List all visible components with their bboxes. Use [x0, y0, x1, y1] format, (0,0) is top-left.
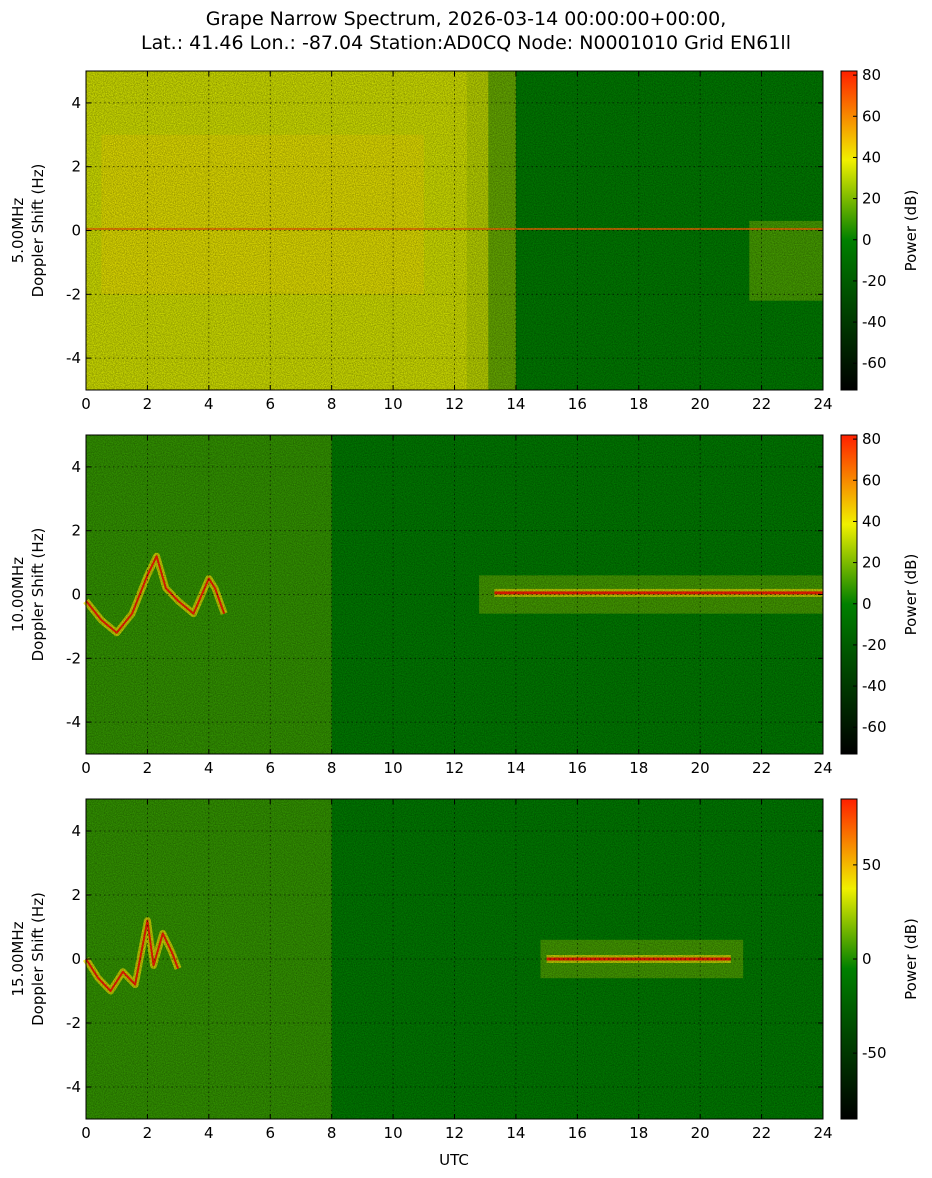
- x-tick-label: 14: [506, 395, 525, 413]
- y-tick-label: 4: [71, 822, 81, 840]
- panel-1: 0 2 4 6 8 10 12 14 16 18 20 22 24-4-20245.00MHz Doppl…: [9, 66, 920, 413]
- x-tick-label: 6: [265, 1124, 275, 1142]
- colorbar-tick-label: -20: [862, 272, 887, 290]
- x-tick-label: 12: [445, 1124, 464, 1142]
- x-axis-label: UTC: [439, 1151, 469, 1169]
- panels: 0 2 4 6 8 10 12 14 16 18 20 22 24-4-20245.00MHz Doppl…: [9, 66, 920, 1142]
- x-tick-label: 4: [204, 759, 214, 777]
- x-tick-label: 8: [327, 1124, 337, 1142]
- x-tick-label: 18: [629, 759, 648, 777]
- panel-3: 0 2 4 6 8 10 12 14 16 18 20 22 24-4-202415.00MHz Dopp…: [9, 798, 920, 1142]
- x-tick-label: 6: [265, 759, 275, 777]
- colorbar-tick-label: 60: [862, 471, 881, 489]
- x-tick-label: 20: [691, 1124, 710, 1142]
- colorbar-tick-label: 80: [862, 66, 881, 84]
- colorbar-tick-label: 40: [862, 148, 881, 166]
- x-tick-label: 16: [568, 759, 587, 777]
- x-tick-label: 10: [384, 759, 403, 777]
- x-tick-label: 8: [327, 759, 337, 777]
- y-axis-label-line2: Doppler Shift (Hz): [29, 528, 47, 662]
- colorbar-tick-label: 20: [862, 554, 881, 572]
- x-tick-label: 14: [506, 759, 525, 777]
- colorbar-tick-label: -40: [862, 313, 887, 331]
- colorbar-tick-label: -20: [862, 636, 887, 654]
- x-tick-label: 16: [568, 1124, 587, 1142]
- y-tick-label: 4: [71, 94, 81, 112]
- y-axis-label-line2: Doppler Shift (Hz): [29, 164, 47, 298]
- colorbar-tick-label: -50: [862, 1044, 887, 1062]
- y-tick-label: 0: [71, 950, 81, 968]
- x-tick-label: 2: [143, 395, 153, 413]
- x-tick-label: 24: [813, 1124, 832, 1142]
- x-tick-label: 4: [204, 395, 214, 413]
- panel-2: 0 2 4 6 8 10 12 14 16 18 20 22 24-4-202410.00MHz Dopp…: [9, 430, 920, 777]
- y-tick-label: 0: [71, 222, 81, 240]
- colorbar-tick-label: 40: [862, 512, 881, 530]
- colorbar-tick-label: 60: [862, 107, 881, 125]
- colorbar: [840, 70, 858, 391]
- x-tick-label: 18: [629, 395, 648, 413]
- chart-title-line2: Lat.: 41.46 Lon.: -87.04 Station:AD0CQ N…: [141, 32, 791, 54]
- y-tick-label: -2: [66, 1014, 81, 1032]
- colorbar-tick-label: -40: [862, 677, 887, 695]
- y-tick-label: 2: [71, 886, 81, 904]
- colorbar-tick-label: 20: [862, 190, 881, 208]
- y-axis-label-line2: Doppler Shift (Hz): [29, 892, 47, 1026]
- x-tick-label: 6: [265, 395, 275, 413]
- x-tick-label: 12: [445, 759, 464, 777]
- colorbar: [840, 434, 858, 755]
- x-tick-label: 20: [691, 759, 710, 777]
- y-tick-label: -4: [66, 349, 81, 367]
- x-tick-label: 8: [327, 395, 337, 413]
- colorbar-label: Power (dB): [902, 554, 920, 636]
- y-tick-label: 2: [71, 158, 81, 176]
- colorbar-tick-label: 0: [862, 595, 872, 613]
- x-tick-label: 2: [143, 1124, 153, 1142]
- x-tick-label: 18: [629, 1124, 648, 1142]
- x-tick-label: 12: [445, 395, 464, 413]
- x-tick-label: 0: [81, 1124, 91, 1142]
- x-tick-label: 0: [81, 395, 91, 413]
- x-tick-label: 10: [384, 1124, 403, 1142]
- x-tick-label: 2: [143, 759, 153, 777]
- y-axis-label-line1: 10.00MHz: [9, 557, 27, 632]
- y-tick-label: 0: [71, 586, 81, 604]
- x-tick-label: 22: [752, 1124, 771, 1142]
- x-tick-label: 22: [752, 759, 771, 777]
- y-axis-label-line1: 15.00MHz: [9, 921, 27, 996]
- x-tick-label: 20: [691, 395, 710, 413]
- y-tick-label: -2: [66, 285, 81, 303]
- colorbar-tick-label: -60: [862, 718, 887, 736]
- figure: Grape Narrow Spectrum, 2026-03-14 00:00:…: [9, 8, 920, 1169]
- y-axis-label-line1: 5.00MHz: [9, 198, 27, 264]
- x-tick-label: 22: [752, 395, 771, 413]
- x-tick-label: 24: [813, 759, 832, 777]
- y-tick-label: -4: [66, 1078, 81, 1096]
- y-tick-label: -2: [66, 649, 81, 667]
- y-tick-label: 4: [71, 458, 81, 476]
- x-tick-label: 10: [384, 395, 403, 413]
- colorbar-tick-label: 0: [862, 231, 872, 249]
- x-tick-label: 0: [81, 759, 91, 777]
- x-tick-label: 14: [506, 1124, 525, 1142]
- x-tick-label: 16: [568, 395, 587, 413]
- colorbar-label: Power (dB): [902, 190, 920, 272]
- y-tick-label: 2: [71, 522, 81, 540]
- colorbar-tick-label: 0: [862, 950, 872, 968]
- colorbar-label: Power (dB): [902, 918, 920, 1000]
- x-tick-label: 24: [813, 395, 832, 413]
- x-tick-label: 4: [204, 1124, 214, 1142]
- colorbar-tick-label: 80: [862, 430, 881, 448]
- chart-title-line1: Grape Narrow Spectrum, 2026-03-14 00:00:…: [206, 8, 727, 30]
- y-tick-label: -4: [66, 713, 81, 731]
- colorbar-tick-label: -60: [862, 354, 887, 372]
- colorbar-tick-label: 50: [862, 856, 881, 874]
